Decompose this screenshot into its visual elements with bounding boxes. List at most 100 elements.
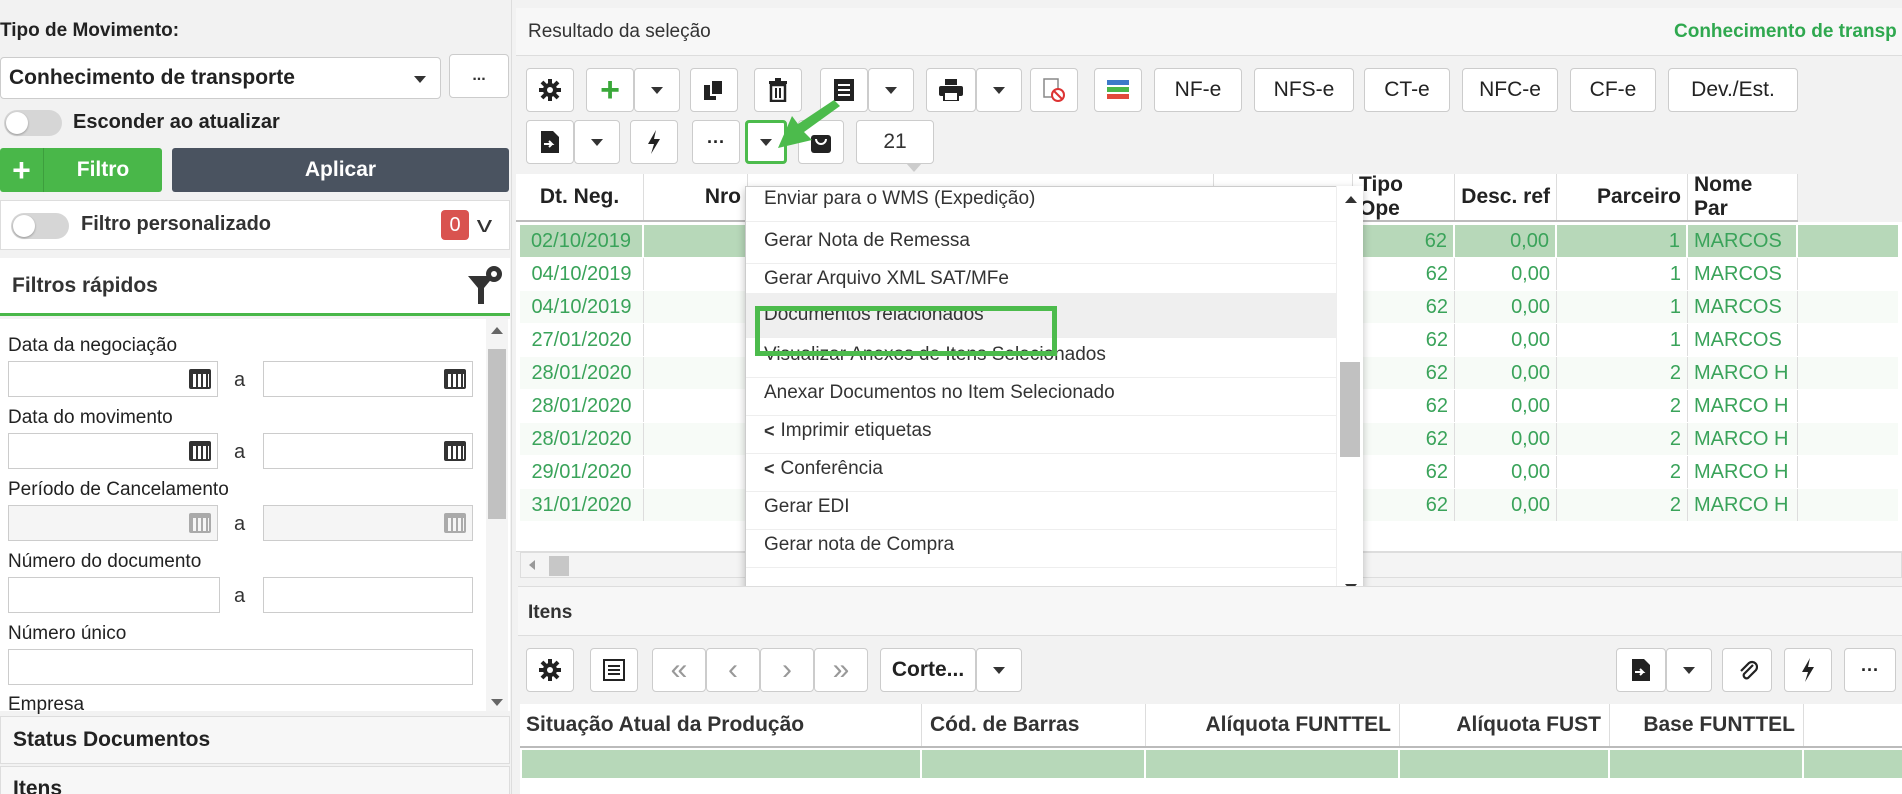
list-dropdown-button[interactable] (868, 68, 914, 112)
actions-button[interactable] (630, 120, 678, 164)
list-icon (834, 79, 854, 101)
chevron-down-icon (651, 86, 663, 94)
itens-more-button[interactable]: ··· (1844, 648, 1896, 692)
cell-date: 29/01/2020 (520, 456, 644, 488)
nfce-button[interactable]: NFC-e (1462, 68, 1558, 112)
itens-form-button[interactable] (590, 648, 638, 692)
first-page-button[interactable]: « (652, 648, 706, 692)
last-page-button[interactable]: » (814, 648, 868, 692)
menu-item-label: Gerar Nota de Remessa (764, 230, 970, 251)
data-movimento-to[interactable] (263, 433, 473, 469)
numero-unico-label: Número único (8, 623, 127, 644)
menu-item[interactable]: Gerar nota de Compra (746, 523, 1336, 568)
menu-item[interactable]: Documentos relacionados (746, 293, 1336, 338)
cell-nro (644, 225, 748, 257)
add-dropdown-button[interactable] (634, 68, 680, 112)
dev-est-button[interactable]: Dev./Est. (1668, 68, 1798, 112)
more-options-button[interactable]: ... (449, 54, 509, 98)
more-button[interactable]: ··· (692, 120, 740, 164)
attach-button[interactable] (1722, 648, 1772, 692)
numero-unico-input[interactable] (8, 649, 473, 685)
data-negociacao-to[interactable] (263, 361, 473, 397)
print-button[interactable] (926, 68, 976, 112)
cell-nome: MARCOS (1688, 324, 1798, 356)
col-base-funttel[interactable]: Base FUNTTEL (1610, 704, 1804, 746)
menu-item[interactable]: Enviar para o WMS (Expedição) (746, 187, 1336, 222)
corte-button[interactable]: Corte... (880, 648, 976, 692)
lightning-icon (1802, 658, 1814, 682)
filtros-rapidos-title: Filtros rápidos (12, 273, 158, 297)
data-movimento-label: Data do movimento (8, 407, 173, 428)
itens-selected-row[interactable] (522, 750, 1902, 778)
calendar-icon[interactable] (444, 441, 466, 461)
scroll-left-icon[interactable] (529, 560, 535, 570)
col-aliquota-funttel[interactable]: Alíquota FUNTTEL (1146, 704, 1400, 746)
add-button[interactable]: + (586, 68, 634, 112)
filter-settings-icon[interactable] (466, 264, 502, 308)
export-button[interactable] (526, 120, 574, 164)
calendar-icon[interactable] (189, 441, 211, 461)
filtro-personalizado-label: Filtro personalizado (81, 213, 272, 235)
plus-icon: + (600, 70, 620, 109)
duplicate-button[interactable] (690, 68, 738, 112)
colors-button[interactable] (1094, 68, 1142, 112)
col-nro[interactable]: Nro (644, 174, 748, 220)
aplicar-button[interactable]: Aplicar (172, 148, 509, 192)
col-situacao[interactable]: Situação Atual da Produção (520, 704, 922, 746)
chevron-down-icon[interactable]: v (477, 212, 492, 238)
cell-nro (644, 291, 748, 323)
export-dropdown-button[interactable] (574, 120, 620, 164)
itens-actions-button[interactable] (1784, 648, 1832, 692)
calendar-icon[interactable] (189, 369, 211, 389)
cancel-doc-button[interactable] (1030, 68, 1078, 112)
itens-settings-button[interactable] (526, 648, 574, 692)
cell-nome: MARCO H (1688, 489, 1798, 521)
scrollbar[interactable] (486, 319, 508, 711)
tipo-movimento-select[interactable]: Conhecimento de transporte (0, 57, 441, 99)
col-aliquota-fust[interactable]: Alíquota FUST (1400, 704, 1610, 746)
scroll-up-icon[interactable] (1345, 196, 1357, 203)
filtro-personalizado-toggle[interactable] (11, 213, 69, 239)
filtro-count-badge: 0 (441, 210, 469, 240)
hide-on-update-toggle[interactable] (4, 110, 62, 136)
cfe-button[interactable]: CF-e (1570, 68, 1656, 112)
scroll-thumb[interactable] (1340, 362, 1360, 457)
scroll-thumb[interactable] (488, 349, 506, 519)
cte-button[interactable]: CT-e (1364, 68, 1450, 112)
cell-desc: 0,00 (1455, 423, 1557, 455)
data-negociacao-label: Data da negociação (8, 335, 178, 356)
settings-button[interactable] (526, 68, 574, 112)
itens-export-dropdown[interactable] (1666, 648, 1712, 692)
cell-tipo: 62 (1353, 489, 1455, 521)
cell-nome: MARCO H (1688, 390, 1798, 422)
col-nome-parceiro[interactable]: Nome Par (1688, 173, 1798, 220)
calendar-icon[interactable] (444, 369, 466, 389)
menu-scrollbar[interactable] (1336, 186, 1363, 604)
filtro-button[interactable]: + Filtro (0, 148, 162, 192)
col-desc-ref[interactable]: Desc. ref (1455, 174, 1557, 220)
data-negociacao-from[interactable] (8, 361, 218, 397)
nfe-button[interactable]: NF-e (1154, 68, 1242, 112)
numero-documento-from[interactable] (8, 577, 220, 613)
col-cod-barras[interactable]: Cód. de Barras (922, 704, 1146, 746)
itens-export-button[interactable] (1616, 648, 1666, 692)
cell-nro (644, 456, 748, 488)
nfse-button[interactable]: NFS-e (1254, 68, 1354, 112)
corte-dropdown-button[interactable] (976, 648, 1022, 692)
scroll-down-icon[interactable] (491, 699, 503, 706)
col-parceiro[interactable]: Parceiro (1557, 174, 1688, 220)
scroll-thumb[interactable] (549, 556, 569, 576)
col-dt-neg[interactable]: Dt. Neg. (516, 174, 644, 220)
scroll-up-icon[interactable] (491, 327, 503, 334)
data-movimento-from[interactable] (8, 433, 218, 469)
prev-page-button[interactable]: ‹ (706, 648, 760, 692)
menu-item-label: Gerar EDI (764, 496, 850, 517)
calendar-icon (444, 513, 466, 533)
itens-section[interactable]: Itens (0, 766, 510, 794)
print-dropdown-button[interactable] (976, 68, 1022, 112)
status-documentos-section[interactable]: Status Documentos (0, 716, 510, 764)
col-tipo-oper[interactable]: Tipo Ope (1353, 173, 1455, 220)
next-page-button[interactable]: › (760, 648, 814, 692)
periodo-cancelamento-from (8, 505, 218, 541)
numero-documento-to[interactable] (263, 577, 473, 613)
